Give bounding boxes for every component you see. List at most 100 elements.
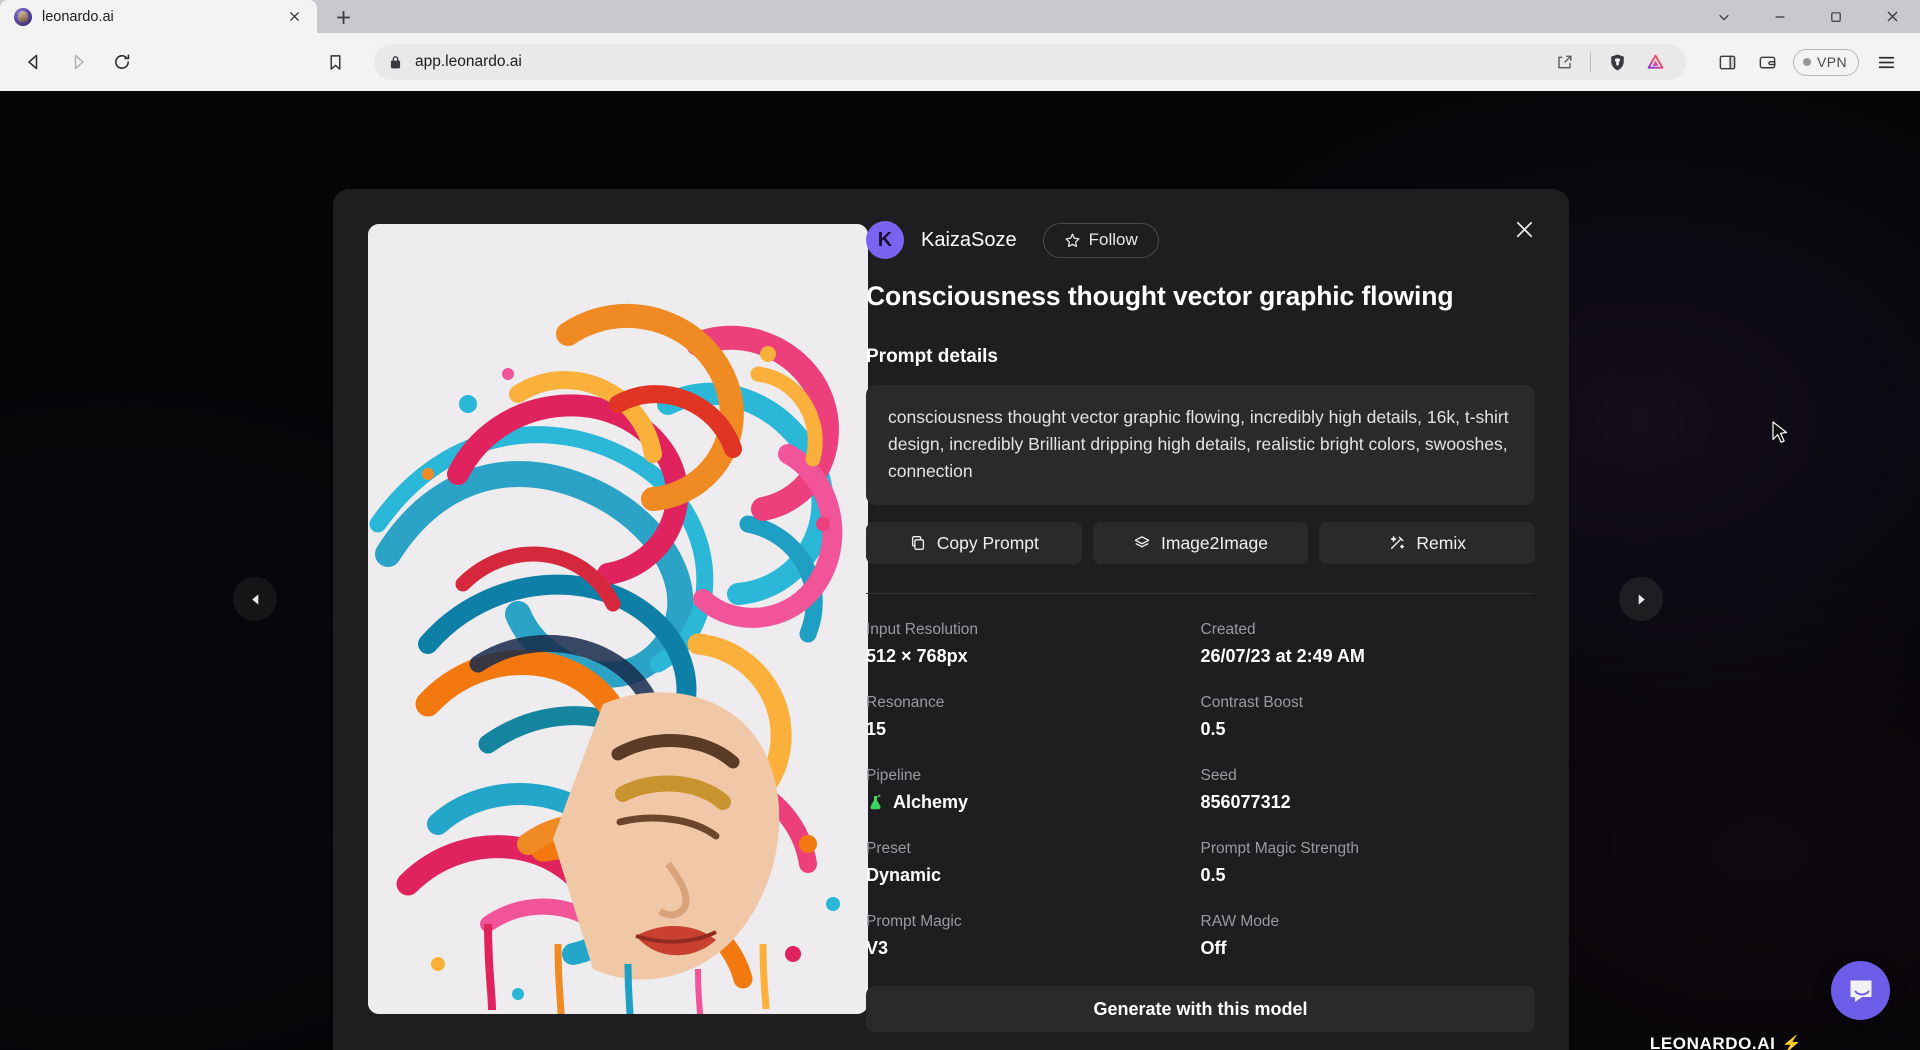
remix-label: Remix xyxy=(1416,533,1466,554)
tab-close-icon[interactable] xyxy=(281,4,307,30)
copy-icon xyxy=(909,534,927,552)
metadata-item: Input Resolution 512 × 768px xyxy=(866,621,1201,667)
metadata-item: Pipeline Alchemy xyxy=(866,767,1201,813)
next-image-arrow-icon[interactable] xyxy=(1619,577,1663,621)
close-icon[interactable] xyxy=(1505,210,1543,248)
leonardo-favicon-icon xyxy=(14,8,32,26)
generate-with-this-model-button[interactable]: Generate with this model xyxy=(866,986,1535,1032)
brand-text: LEONARDO.AI xyxy=(1650,1034,1776,1050)
chevron-down-icon[interactable] xyxy=(1696,0,1752,33)
brave-shields-icon[interactable] xyxy=(1600,46,1634,78)
intercom-chat-icon[interactable] xyxy=(1831,961,1890,1020)
metadata-label: Contrast Boost xyxy=(1201,694,1536,712)
url-text: app.leonardo.ai xyxy=(415,53,1535,71)
metadata-item: RAW Mode Off xyxy=(1201,913,1536,959)
follow-button[interactable]: Follow xyxy=(1043,223,1159,258)
metadata-value: Alchemy xyxy=(893,792,968,813)
status-dot xyxy=(1803,58,1811,66)
metadata-value: 15 xyxy=(866,719,1201,740)
tab-strip: leonardo.ai xyxy=(0,0,1920,33)
prompt-section-label: Prompt details xyxy=(866,346,1535,368)
generated-artwork[interactable] xyxy=(368,224,868,1014)
metadata-grid: Input Resolution 512 × 768px Created 26/… xyxy=(866,621,1535,959)
back-arrow-icon[interactable] xyxy=(14,42,54,82)
copy-prompt-label: Copy Prompt xyxy=(937,533,1039,554)
divider xyxy=(866,593,1535,594)
metadata-label: Resonance xyxy=(866,694,1201,712)
metadata-label: Pipeline xyxy=(866,767,1201,785)
page-viewport: K KaizaSoze Follow Consciousness thought… xyxy=(0,91,1920,1050)
star-icon xyxy=(1064,232,1081,249)
metadata-label: RAW Mode xyxy=(1201,913,1536,931)
address-bar[interactable]: app.leonardo.ai xyxy=(374,44,1686,80)
tab-title: leonardo.ai xyxy=(42,9,271,25)
metadata-value: 512 × 768px xyxy=(866,646,1201,667)
magic-wand-icon xyxy=(1388,534,1406,552)
window-close-icon[interactable] xyxy=(1864,0,1920,33)
share-icon[interactable] xyxy=(1547,46,1581,78)
browser-tab[interactable]: leonardo.ai xyxy=(0,0,317,33)
metadata-item: Preset Dynamic xyxy=(866,840,1201,886)
metadata-item: Prompt Magic V3 xyxy=(866,913,1201,959)
navigation-toolbar: app.leonardo.ai xyxy=(0,33,1920,91)
metadata-value: 856077312 xyxy=(1201,792,1536,813)
reload-icon[interactable] xyxy=(102,42,142,82)
url-action-icons xyxy=(1547,46,1672,78)
prompt-text: consciousness thought vector graphic flo… xyxy=(888,404,1513,484)
metadata-value: 26/07/23 at 2:49 AM xyxy=(1201,646,1536,667)
metadata-value-with-icon: Alchemy xyxy=(866,792,1201,813)
metadata-label: Prompt Magic Strength xyxy=(1201,840,1536,858)
modal-details-panel: K KaizaSoze Follow Consciousness thought… xyxy=(833,189,1569,1050)
remix-button[interactable]: Remix xyxy=(1319,522,1535,564)
window-controls xyxy=(1696,0,1920,33)
divider xyxy=(1590,52,1591,72)
bolt-icon: ⚡ xyxy=(1781,1034,1802,1050)
metadata-item: Resonance 15 xyxy=(866,694,1201,740)
image2image-label: Image2Image xyxy=(1161,533,1268,554)
metadata-value: V3 xyxy=(866,938,1201,959)
metadata-value: 0.5 xyxy=(1201,719,1536,740)
new-tab-icon[interactable] xyxy=(325,2,361,32)
metadata-label: Seed xyxy=(1201,767,1536,785)
layers-icon xyxy=(1133,534,1151,552)
modal-image-panel xyxy=(333,189,833,1050)
metadata-item: Prompt Magic Strength 0.5 xyxy=(1201,840,1536,886)
metadata-label: Input Resolution xyxy=(866,621,1201,639)
maximize-icon[interactable] xyxy=(1808,0,1864,33)
toolbar-right-icons: VPN xyxy=(1708,43,1906,81)
forward-arrow-icon[interactable] xyxy=(58,42,98,82)
follow-button-label: Follow xyxy=(1089,230,1138,250)
metadata-value: 0.5 xyxy=(1201,865,1536,886)
browser-window: leonardo.ai xyxy=(0,0,1920,1050)
author-name[interactable]: KaizaSoze xyxy=(921,229,1017,252)
lock-icon xyxy=(388,55,403,70)
copy-prompt-button[interactable]: Copy Prompt xyxy=(866,522,1082,564)
flask-icon xyxy=(866,793,885,812)
vpn-badge[interactable]: VPN xyxy=(1793,49,1859,76)
mouse-cursor xyxy=(1772,421,1789,446)
avatar[interactable]: K xyxy=(866,221,904,259)
metadata-label: Prompt Magic xyxy=(866,913,1201,931)
bookmark-icon[interactable] xyxy=(314,42,356,82)
page-title: Consciousness thought vector graphic flo… xyxy=(866,281,1535,312)
wallet-icon[interactable] xyxy=(1748,43,1786,81)
sidebar-panel-icon[interactable] xyxy=(1708,43,1746,81)
metadata-item: Contrast Boost 0.5 xyxy=(1201,694,1536,740)
author-row: K KaizaSoze Follow xyxy=(866,219,1535,261)
action-buttons-row: Copy Prompt Image2Image Remix xyxy=(866,522,1535,564)
hamburger-menu-icon[interactable] xyxy=(1866,43,1906,81)
metadata-item: Seed 856077312 xyxy=(1201,767,1536,813)
image-detail-modal: K KaizaSoze Follow Consciousness thought… xyxy=(333,189,1569,1050)
image2image-button[interactable]: Image2Image xyxy=(1093,522,1309,564)
metadata-label: Created xyxy=(1201,621,1536,639)
metadata-value: Dynamic xyxy=(866,865,1201,886)
vpn-label: VPN xyxy=(1817,54,1847,70)
brand-watermark: LEONARDO.AI ⚡ xyxy=(1650,1034,1802,1050)
minimize-icon[interactable] xyxy=(1752,0,1808,33)
metadata-item: Created 26/07/23 at 2:49 AM xyxy=(1201,621,1536,667)
metadata-value: Off xyxy=(1201,938,1536,959)
metadata-label: Preset xyxy=(866,840,1201,858)
prompt-box[interactable]: consciousness thought vector graphic flo… xyxy=(866,385,1535,505)
brave-rewards-triangle-icon[interactable] xyxy=(1638,46,1672,78)
previous-image-arrow-icon[interactable] xyxy=(233,577,277,621)
